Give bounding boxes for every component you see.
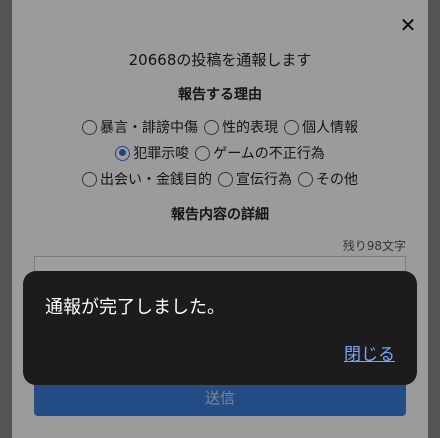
completion-toast: 通報が完了しました。 閉じる — [23, 271, 417, 385]
toast-message: 通報が完了しました。 — [45, 297, 225, 318]
toast-close-button[interactable]: 閉じる — [344, 340, 395, 365]
